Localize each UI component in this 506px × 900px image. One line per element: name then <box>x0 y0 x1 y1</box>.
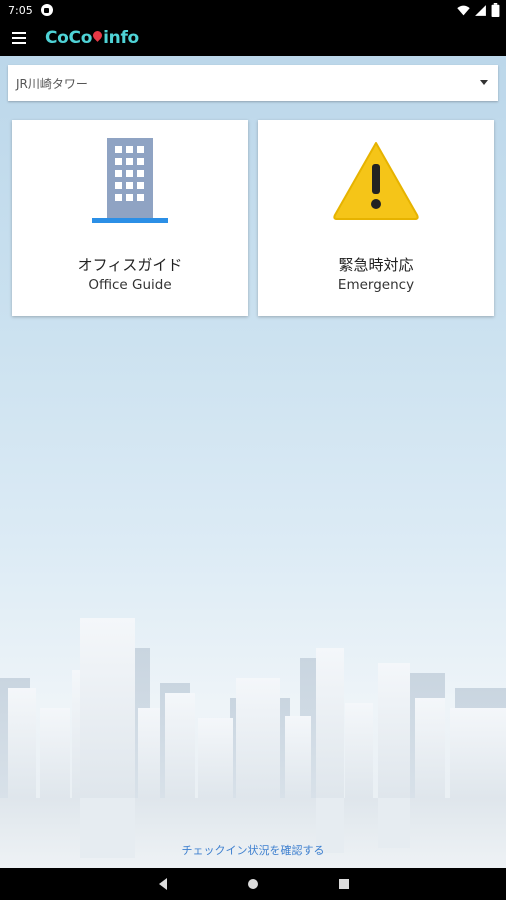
back-icon[interactable] <box>156 877 170 891</box>
status-time: 7:05 <box>8 3 33 17</box>
dropdown-arrow-icon <box>480 80 488 85</box>
office-guide-card[interactable]: オフィスガイド Office Guide <box>12 120 248 316</box>
emergency-card[interactable]: 緊急時対応 Emergency <box>258 120 494 316</box>
office-guide-title: オフィスガイド <box>77 256 183 274</box>
main-content: JR川崎タワー オフィスガイド Office Guide 緊急時対応 Emerg… <box>0 56 506 868</box>
signal-icon <box>475 4 486 16</box>
building-select-value: JR川崎タワー <box>16 76 88 91</box>
status-icons <box>457 3 500 17</box>
hamburger-menu-icon[interactable] <box>9 28 29 48</box>
warning-icon <box>331 130 421 230</box>
checkin-status-link[interactable]: チェックイン状況を確認する <box>0 842 506 858</box>
building-select[interactable]: JR川崎タワー <box>8 65 498 101</box>
home-icon[interactable] <box>246 877 260 891</box>
battery-icon <box>491 3 500 17</box>
navigation-bar <box>0 868 506 900</box>
emergency-subtitle: Emergency <box>337 277 415 293</box>
logo-text-info: info <box>103 28 139 48</box>
wifi-icon <box>457 5 470 15</box>
office-guide-subtitle: Office Guide <box>88 277 172 293</box>
notification-app-icon <box>40 4 53 16</box>
app-bar: CoCo info <box>0 20 506 56</box>
office-building-icon <box>90 130 170 230</box>
logo-text-coco: CoCo <box>45 28 93 48</box>
app-screen: 7:05 CoCo info JR川崎タワー オフィスガイド Office Gu… <box>0 0 506 900</box>
app-logo: CoCo info <box>45 28 139 48</box>
recents-icon[interactable] <box>337 877 351 891</box>
logo-pin-icon <box>91 28 104 42</box>
emergency-title: 緊急時対応 <box>338 256 414 274</box>
status-bar: 7:05 <box>0 0 506 20</box>
city-skyline-background <box>0 618 506 868</box>
